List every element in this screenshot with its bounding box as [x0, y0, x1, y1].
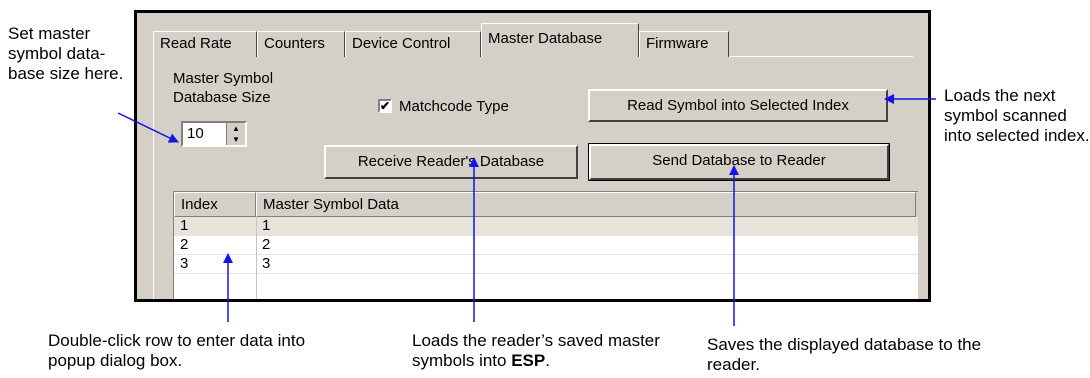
tab-master-database[interactable]: Master Database [481, 23, 639, 57]
column-header-index[interactable]: Index [174, 192, 256, 217]
database-size-spinner[interactable]: 10 ▲ ▼ [181, 121, 247, 147]
database-size-label-line2: Database Size [173, 89, 271, 106]
tab-read-rate[interactable]: Read Rate [153, 31, 257, 57]
matchcode-checkbox[interactable]: ✔ [378, 99, 392, 113]
annotation-double-click-row: Double-click row to enter data into popu… [48, 331, 306, 370]
grid-header: Index Master Symbol Data [174, 192, 918, 217]
database-size-label: Master Symbol Database Size [173, 69, 273, 107]
row-data-cell: 3 [262, 255, 271, 272]
spin-up-icon[interactable]: ▲ [227, 123, 245, 134]
matchcode-label: Matchcode Type [399, 98, 509, 115]
annotation-read-symbol: Loads the next symbol scanned into selec… [944, 86, 1090, 145]
spin-down-icon[interactable]: ▼ [227, 134, 245, 145]
tab-firmware[interactable]: Firmware [639, 31, 729, 57]
row-index-cell: 3 [180, 255, 189, 272]
database-size-value[interactable]: 10 [187, 125, 204, 142]
annotation-period: . [545, 351, 550, 370]
database-size-label-line1: Master Symbol [173, 70, 274, 87]
row-data-cell: 1 [262, 217, 271, 234]
table-row[interactable]: 1 1 [174, 217, 918, 236]
tab-counters[interactable]: Counters [257, 31, 345, 57]
tab-device-control[interactable]: Device Control [345, 31, 481, 57]
master-symbol-grid: Index Master Symbol Data 1 1 2 2 3 3 [173, 191, 918, 299]
master-database-window: Read Rate Counters Device Control Master… [134, 10, 931, 302]
row-index-cell: 1 [180, 217, 189, 234]
send-database-button[interactable]: Send Database to Reader [588, 143, 890, 181]
row-data-cell: 2 [262, 236, 271, 253]
annotation-send-database: Saves the displayed database to the read… [707, 335, 982, 374]
row-index-cell: 2 [180, 236, 189, 253]
table-row[interactable]: 2 2 [174, 236, 918, 255]
table-row[interactable]: 3 3 [174, 255, 918, 274]
annotation-esp-bold: ESP [511, 351, 546, 370]
grid-column-divider [256, 217, 257, 299]
column-header-data[interactable]: Master Symbol Data [256, 192, 916, 217]
receive-database-button[interactable]: Receive Reader's Database [324, 145, 578, 179]
annotation-receive-database: Loads the reader’s saved master symbols … [412, 331, 672, 371]
annotation-set-size: Set master symbol data-base size here. [8, 24, 124, 83]
spinner-buttons: ▲ ▼ [226, 123, 245, 145]
checkmark-icon: ✔ [380, 99, 391, 113]
read-symbol-button[interactable]: Read Symbol into Selected Index [588, 89, 888, 122]
